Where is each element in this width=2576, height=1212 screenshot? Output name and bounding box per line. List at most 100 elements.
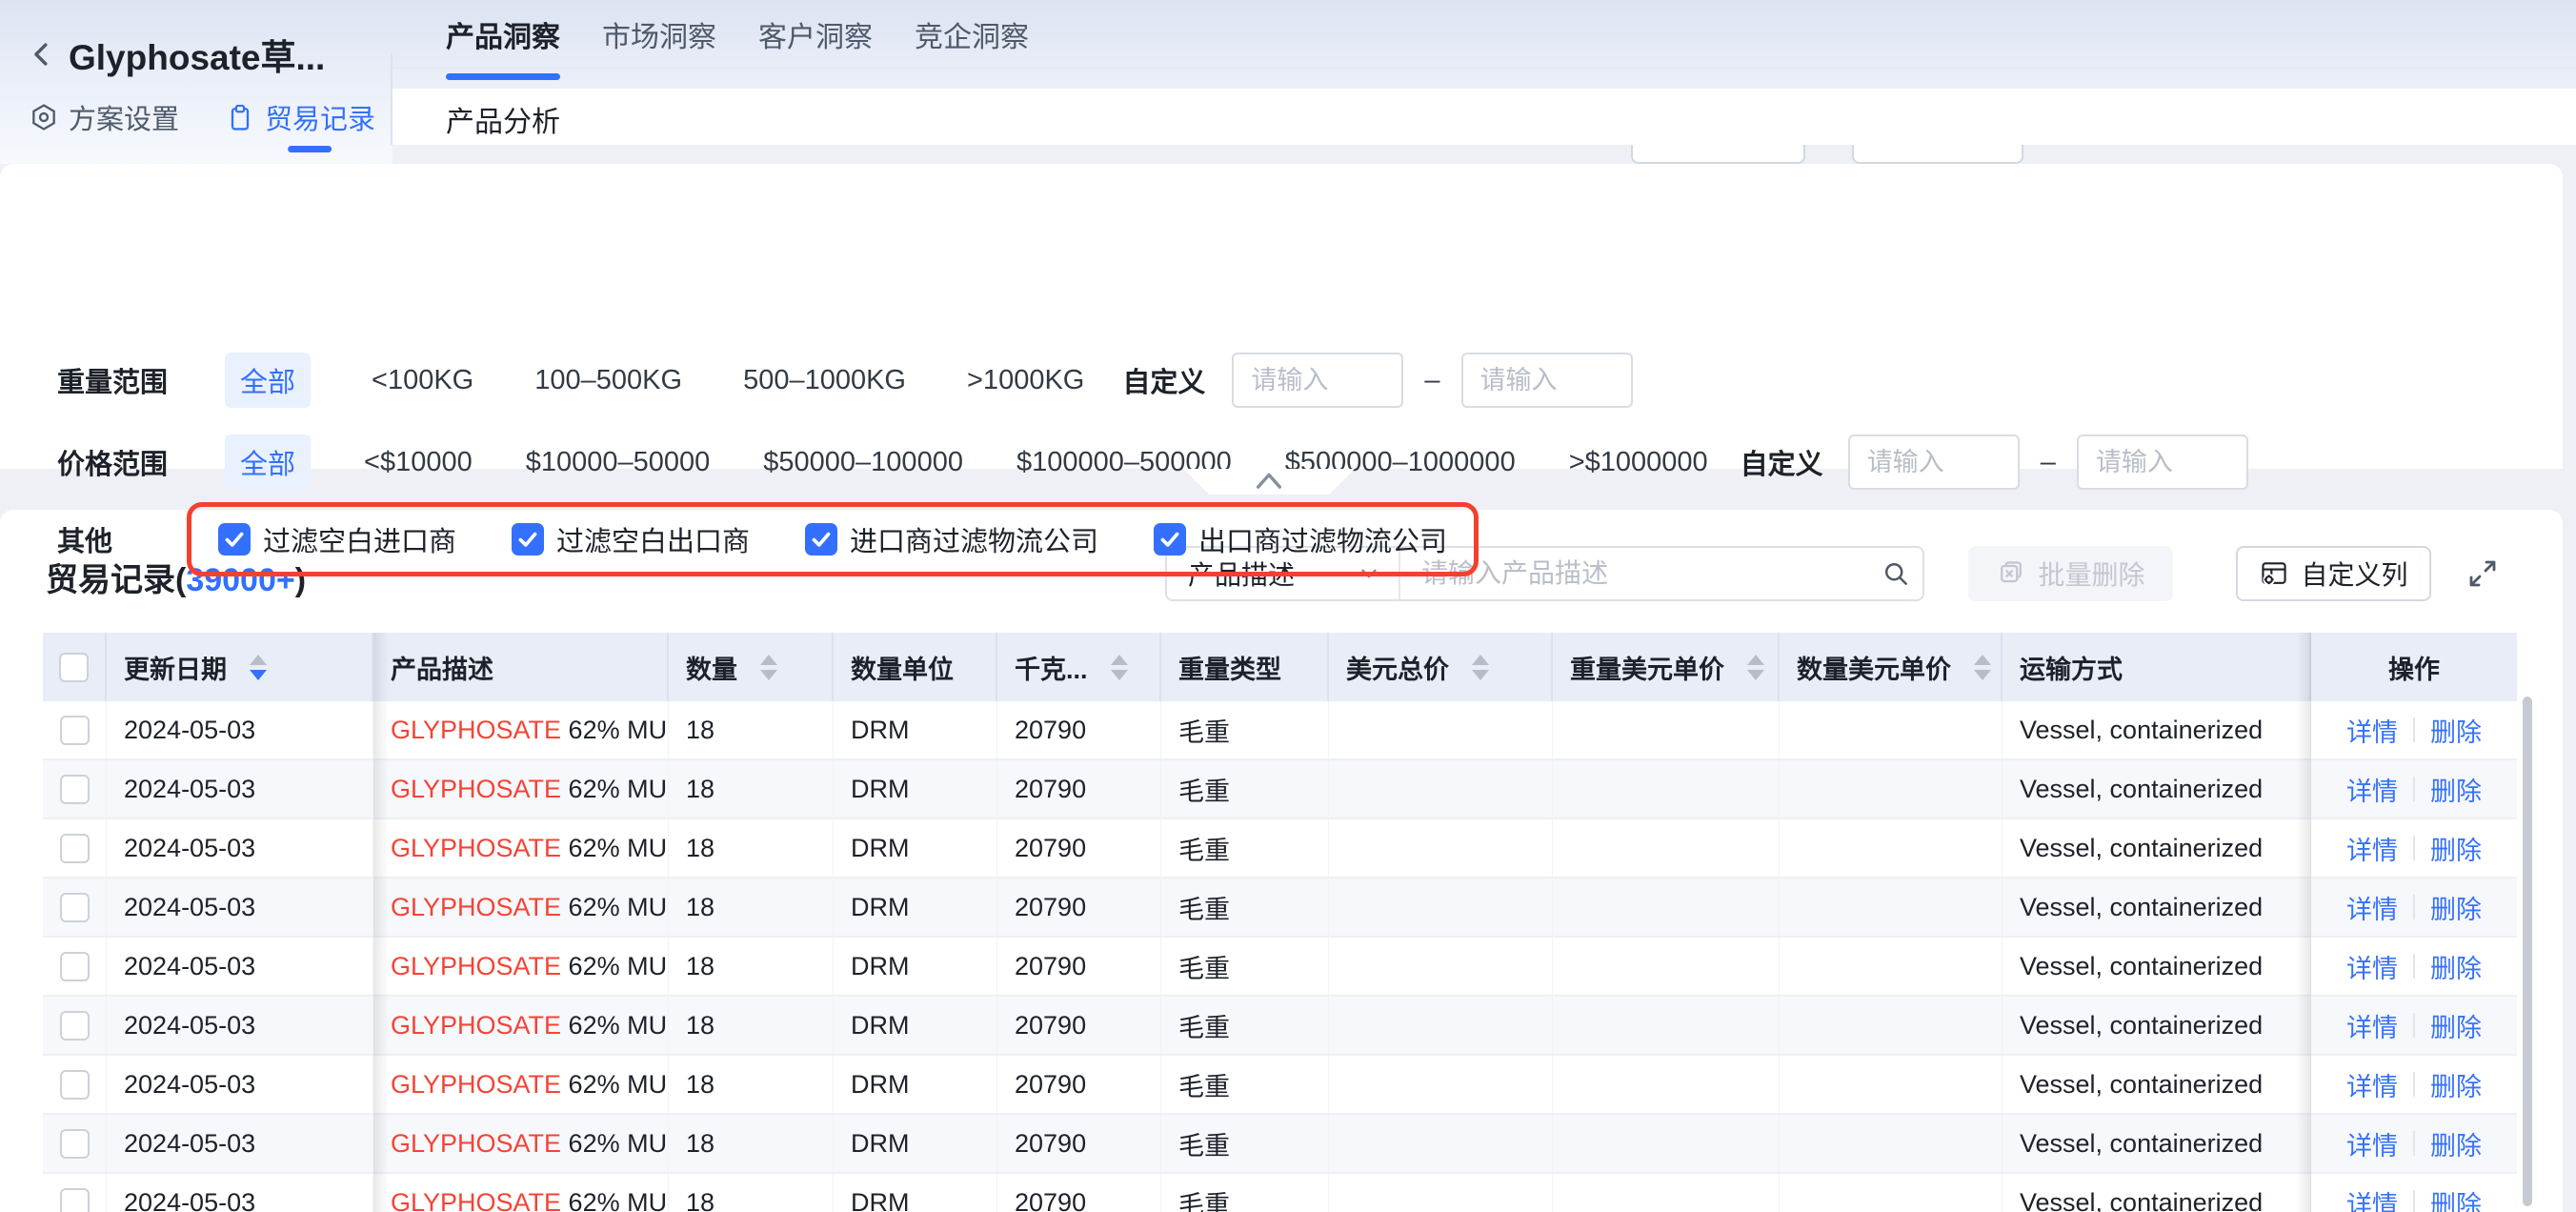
detail-link[interactable]: 详情 [2346, 1184, 2398, 1212]
back-button[interactable] [27, 35, 59, 73]
cell-usd-per-quantity [1780, 701, 2002, 758]
filter-option[interactable]: <$10000 [364, 447, 473, 478]
detail-link[interactable]: 详情 [2346, 948, 2398, 985]
sort-icon[interactable] [760, 655, 777, 680]
delete-link[interactable]: 删除 [2430, 1007, 2482, 1044]
delete-link[interactable]: 删除 [2430, 771, 2482, 808]
row-checkbox[interactable] [60, 893, 90, 922]
cell-product-description: GLYPHOSATE 62% MUP – I... [373, 1174, 669, 1212]
filter-option[interactable]: $10000–50000 [526, 447, 711, 478]
header-right: 产品洞察市场洞察客户洞察竞企洞察 产品分析 [392, 0, 2576, 164]
row-checkbox[interactable] [60, 1070, 90, 1100]
main-tab-产品洞察[interactable]: 产品洞察 [446, 13, 560, 59]
detail-link[interactable]: 详情 [2346, 1007, 2398, 1044]
cell-usd-per-weight [1553, 1174, 1780, 1212]
column-header-qty[interactable]: 数量 [669, 633, 834, 701]
filter-option[interactable]: 全部 [225, 353, 311, 408]
detail-link[interactable]: 详情 [2346, 830, 2398, 867]
detail-link[interactable]: 详情 [2346, 889, 2398, 926]
filter-option[interactable]: >$1000000 [1569, 447, 1708, 478]
delete-link[interactable]: 删除 [2430, 1184, 2482, 1212]
column-label: 产品描述 [391, 649, 493, 686]
table-row: 2024-05-03 GLYPHOSATE 62% MUP – I... 18 … [43, 701, 2517, 760]
filter-option[interactable]: <100KG [372, 365, 473, 396]
action-divider [2413, 777, 2415, 801]
sort-icon[interactable] [1111, 655, 1128, 680]
price-min-input[interactable] [1848, 434, 2020, 490]
cell-usd-per-weight [1553, 1115, 1780, 1172]
delete-link[interactable]: 删除 [2430, 712, 2482, 749]
checkbox-checked-icon[interactable] [512, 523, 544, 556]
collapse-filter-tab[interactable] [1183, 469, 1355, 495]
column-header-total_usd[interactable]: 美元总价 [1329, 633, 1553, 701]
delete-link[interactable]: 删除 [2430, 948, 2482, 985]
weight-max-input[interactable] [1461, 353, 1633, 408]
delete-link[interactable]: 删除 [2430, 1066, 2482, 1103]
row-checkbox[interactable] [60, 775, 90, 804]
column-header-date[interactable]: 更新日期 [107, 633, 373, 701]
product-highlight: GLYPHOSATE [391, 1070, 561, 1100]
row-checkbox[interactable] [60, 716, 90, 745]
other-filters-highlight-box: 过滤空白进口商 过滤空白出口商 进口商过滤物流公司 出口商过滤物流公司 [187, 502, 1479, 576]
cell-weight-type: 毛重 [1161, 1115, 1329, 1172]
delete-link[interactable]: 删除 [2430, 889, 2482, 926]
vertical-scrollbar[interactable] [2523, 697, 2532, 1206]
column-header-usd_per_qty[interactable]: 数量美元单价 [1780, 633, 2002, 701]
row-checkbox[interactable] [60, 1011, 90, 1040]
tab-trade-records[interactable]: 贸易记录 [225, 97, 375, 137]
weight-min-input[interactable] [1232, 353, 1403, 408]
cell-quantity-unit: DRM [834, 1056, 997, 1113]
clipped-input-box[interactable] [1852, 145, 2023, 164]
product-highlight: GLYPHOSATE [391, 893, 561, 922]
detail-link[interactable]: 详情 [2346, 771, 2398, 808]
clipped-input-box[interactable] [1631, 145, 1805, 164]
row-checkbox[interactable] [60, 834, 90, 863]
column-header-usd_per_weight[interactable]: 重量美元单价 [1553, 633, 1780, 701]
sort-icon[interactable] [1472, 655, 1489, 680]
filter-checkbox-item[interactable]: 过滤空白出口商 [512, 519, 750, 559]
filter-checkbox-item[interactable]: 出口商过滤物流公司 [1154, 519, 1447, 559]
filter-option[interactable]: 100–500KG [534, 365, 682, 396]
row-checkbox-cell [43, 938, 107, 995]
tab-scheme-settings[interactable]: 方案设置 [29, 97, 179, 137]
row-checkbox[interactable] [60, 952, 90, 981]
product-highlight: GLYPHOSATE [391, 716, 561, 745]
action-divider [2413, 895, 2415, 919]
cell-weight-type: 毛重 [1161, 997, 1329, 1054]
cell-usd-per-weight [1553, 819, 1780, 877]
main-tab-客户洞察[interactable]: 客户洞察 [758, 13, 873, 59]
filter-checkbox-item[interactable]: 过滤空白进口商 [218, 519, 456, 559]
tab-product-analysis[interactable]: 产品分析 [446, 98, 560, 140]
detail-link[interactable]: 详情 [2346, 1066, 2398, 1103]
filter-option[interactable]: 全部 [225, 434, 311, 490]
checkbox-checked-icon[interactable] [1154, 523, 1186, 556]
filter-option[interactable]: $50000–100000 [763, 447, 963, 478]
sort-icon[interactable] [1974, 655, 1991, 680]
sort-icon[interactable] [250, 655, 267, 680]
filter-checkbox-item[interactable]: 进口商过滤物流公司 [805, 519, 1098, 559]
column-header-transport: 运输方式 [2002, 633, 2311, 701]
filter-option[interactable]: >1000KG [967, 365, 1084, 396]
row-checkbox[interactable] [60, 1129, 90, 1159]
table-row: 2024-05-03 GLYPHOSATE 62% MUP – I... 18 … [43, 760, 2517, 819]
detail-link[interactable]: 详情 [2346, 1125, 2398, 1162]
table-row: 2024-05-03 GLYPHOSATE 62% MUP – I... 18 … [43, 819, 2517, 879]
checkbox-checked-icon[interactable] [805, 523, 837, 556]
main-tab-市场洞察[interactable]: 市场洞察 [602, 13, 716, 59]
detail-link[interactable]: 详情 [2346, 712, 2398, 749]
filter-option[interactable]: 500–1000KG [743, 365, 906, 396]
checkbox-checked-icon[interactable] [218, 523, 251, 556]
column-header-kg[interactable]: 千克... [997, 633, 1161, 701]
cell-kilograms: 20790 [997, 701, 1161, 758]
sort-icon[interactable] [1747, 655, 1764, 680]
select-all-checkbox[interactable] [59, 653, 89, 682]
row-checkbox[interactable] [60, 1188, 90, 1212]
main-tab-竞企洞察[interactable]: 竞企洞察 [915, 13, 1029, 59]
column-label: 重量美元单价 [1570, 649, 1724, 686]
delete-link[interactable]: 删除 [2430, 830, 2482, 867]
price-range-label: 价格范围 [57, 442, 225, 482]
price-max-input[interactable] [2077, 434, 2248, 490]
cell-update-date: 2024-05-03 [107, 819, 373, 877]
cell-weight-type: 毛重 [1161, 819, 1329, 877]
delete-link[interactable]: 删除 [2430, 1125, 2482, 1162]
